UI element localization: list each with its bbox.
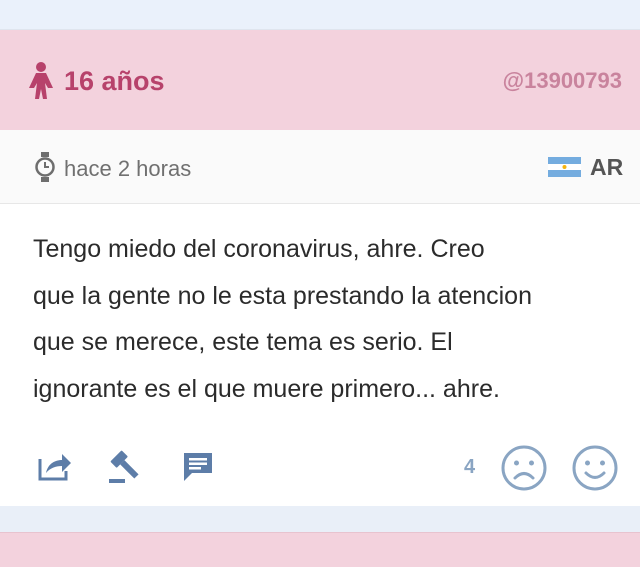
sad-face-icon[interactable]: [500, 444, 548, 492]
post-header: 16 años @13900793: [0, 30, 640, 130]
share-icon[interactable]: [38, 451, 72, 481]
next-post-header: [0, 532, 640, 567]
top-divider: [0, 0, 640, 30]
watch-icon: [35, 152, 55, 182]
post-body: Tengo miedo del coronavirus, ahre. Creo …: [33, 235, 532, 403]
female-icon: [29, 62, 53, 99]
post-card: 16 años @13900793 hace 2 horas AR Tengo …: [0, 30, 640, 506]
reaction-count: 4: [464, 456, 476, 478]
post-meta-row: hace 2 horas AR: [0, 130, 640, 204]
gavel-icon[interactable]: [109, 449, 143, 483]
comment-icon[interactable]: [182, 451, 214, 483]
author-id[interactable]: @13900793: [503, 68, 622, 94]
author-age: 16 años: [64, 66, 165, 96]
post-time: hace 2 horas: [64, 156, 192, 181]
country-code: AR: [590, 154, 624, 180]
happy-face-icon[interactable]: [571, 444, 619, 492]
argentina-flag-icon: [548, 157, 581, 177]
